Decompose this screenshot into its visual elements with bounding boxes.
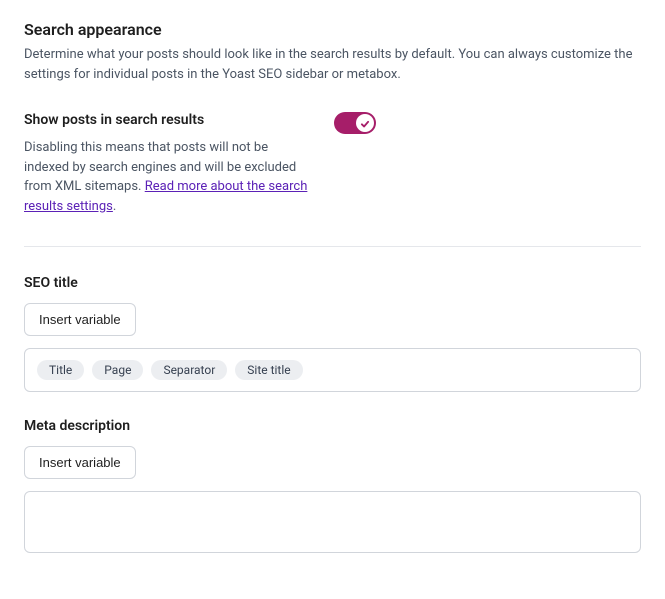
toggle-show-posts: Show posts in search results Disabling t…: [24, 112, 641, 216]
toggle-label: Show posts in search results: [24, 112, 314, 128]
insert-variable-meta-desc-button[interactable]: Insert variable: [24, 446, 136, 479]
seo-title-token[interactable]: Site title: [235, 360, 302, 380]
seo-title-token[interactable]: Separator: [151, 360, 227, 380]
toggle-switch[interactable]: [334, 112, 376, 134]
toggle-knob: [356, 114, 374, 132]
toggle-help: Disabling this means that posts will not…: [24, 138, 314, 216]
section-divider: [24, 246, 641, 247]
section-title: Search appearance: [24, 20, 641, 39]
meta-description-label: Meta description: [24, 418, 641, 434]
seo-title-token[interactable]: Page: [92, 360, 143, 380]
seo-title-group: SEO title Insert variable Title Page Separ…: [24, 275, 641, 392]
section-description: Determine what your posts should look li…: [24, 45, 641, 84]
seo-title-token[interactable]: Title: [37, 360, 84, 380]
meta-description-group: Meta description Insert variable: [24, 418, 641, 553]
check-icon: [360, 114, 370, 133]
seo-title-input[interactable]: Title Page Separator Site title: [24, 348, 641, 392]
meta-description-input[interactable]: [24, 491, 641, 553]
insert-variable-seo-title-button[interactable]: Insert variable: [24, 303, 136, 336]
seo-title-label: SEO title: [24, 275, 641, 291]
toggle-help-suffix: .: [113, 199, 116, 214]
